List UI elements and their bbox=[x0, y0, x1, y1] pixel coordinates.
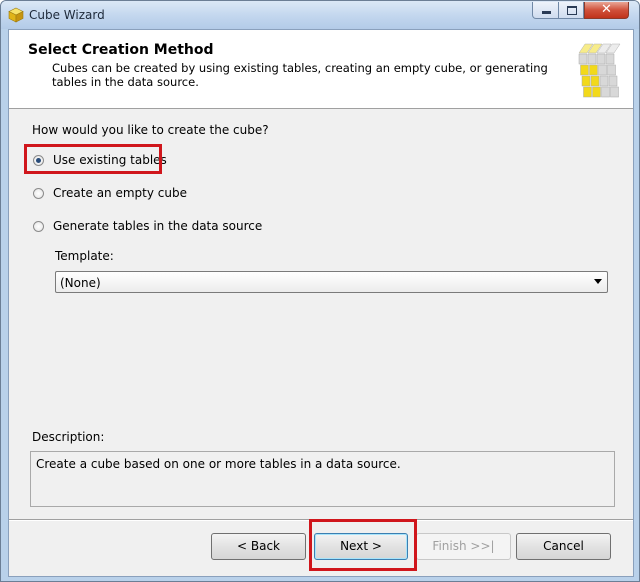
maximize-button[interactable] bbox=[558, 2, 584, 19]
cancel-button[interactable]: Cancel bbox=[516, 533, 611, 560]
maximize-icon bbox=[567, 6, 577, 15]
close-icon: ✕ bbox=[601, 2, 612, 17]
radio-label[interactable]: Create an empty cube bbox=[53, 186, 187, 200]
minimize-icon bbox=[542, 11, 551, 14]
highlight-box-next bbox=[309, 519, 417, 571]
description-box: Create a cube based on one or more table… bbox=[30, 451, 615, 507]
cube-icon bbox=[8, 7, 24, 23]
back-button[interactable]: < Back bbox=[211, 533, 306, 560]
wizard-body: Select Creation Method Cubes can be crea… bbox=[8, 29, 634, 577]
creation-question: How would you like to create the cube? bbox=[32, 123, 269, 137]
radio-button[interactable] bbox=[33, 221, 44, 232]
title-bar[interactable]: Cube Wizard ✕ bbox=[1, 1, 639, 29]
wizard-header: Select Creation Method Cubes can be crea… bbox=[9, 30, 633, 109]
radio-button[interactable] bbox=[33, 188, 44, 199]
description-text: Create a cube based on one or more table… bbox=[36, 457, 401, 471]
cube-wizard-window: Cube Wizard ✕ Select Creation Method Cub… bbox=[0, 0, 640, 582]
template-selected-value: (None) bbox=[60, 276, 101, 290]
highlight-box-use-existing bbox=[24, 144, 162, 174]
page-title: Select Creation Method bbox=[28, 42, 214, 58]
minimize-button[interactable] bbox=[532, 2, 559, 19]
page-description: Cubes can be created by using existing t… bbox=[52, 61, 548, 89]
template-label: Template: bbox=[55, 249, 114, 263]
window-title: Cube Wizard bbox=[29, 8, 105, 22]
cube-grid-icon bbox=[578, 43, 621, 98]
template-dropdown[interactable]: (None) bbox=[55, 271, 608, 293]
description-label: Description: bbox=[32, 430, 105, 444]
close-button[interactable]: ✕ bbox=[584, 2, 629, 19]
chevron-down-icon[interactable] bbox=[594, 279, 602, 284]
radio-label[interactable]: Generate tables in the data source bbox=[53, 219, 262, 233]
finish-button[interactable]: Finish >>| bbox=[416, 533, 511, 560]
